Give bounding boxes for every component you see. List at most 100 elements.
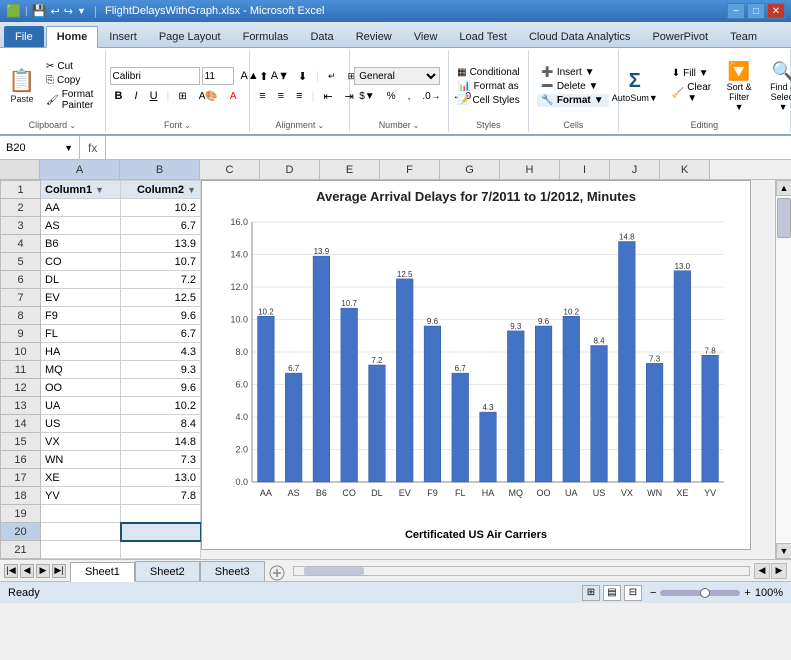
indent-decrease-button[interactable]: ⇤ bbox=[318, 87, 337, 105]
cell-col-b[interactable] bbox=[121, 523, 201, 541]
cell-col-b[interactable]: 10.7 bbox=[121, 253, 201, 271]
tab-data[interactable]: Data bbox=[299, 26, 344, 47]
cell-col-a[interactable]: AS bbox=[41, 217, 121, 235]
sheet-tab-3[interactable]: Sheet3 bbox=[200, 561, 265, 581]
vertical-scrollbar[interactable]: ▲ ▼ bbox=[775, 180, 791, 559]
row-number[interactable]: 6 bbox=[1, 271, 41, 289]
col-header-k[interactable]: K bbox=[660, 160, 710, 179]
cell-col-a[interactable]: VX bbox=[41, 433, 121, 451]
align-center-button[interactable]: ≡ bbox=[273, 87, 289, 105]
cell-col-a[interactable] bbox=[41, 523, 121, 541]
cell-col-a[interactable]: YV bbox=[41, 487, 121, 505]
fill-button[interactable]: ⬇ Fill ▼ bbox=[668, 67, 715, 80]
align-top-button[interactable]: ⬆ bbox=[254, 67, 273, 85]
row-number[interactable]: 19 bbox=[1, 505, 41, 523]
cell-col-a[interactable]: XE bbox=[41, 469, 121, 487]
align-bottom-button[interactable]: ⬇ bbox=[293, 67, 312, 85]
cell-col-b[interactable]: 4.3 bbox=[121, 343, 201, 361]
cell-styles-button[interactable]: 📝 Cell Styles bbox=[453, 94, 524, 107]
tab-insert[interactable]: Insert bbox=[98, 26, 148, 47]
h-scroll-thumb[interactable] bbox=[304, 567, 364, 575]
format-cells-button[interactable]: 🔧 Format ▼ bbox=[537, 94, 609, 107]
col-header-a[interactable]: A bbox=[40, 160, 120, 179]
quick-access-dropdown[interactable]: ▼ bbox=[77, 6, 86, 16]
cell-col-b[interactable]: 13.0 bbox=[121, 469, 201, 487]
zoom-slider[interactable] bbox=[660, 590, 740, 596]
normal-view-button[interactable]: ⊞ bbox=[582, 585, 600, 601]
cell-col-b[interactable]: 13.9 bbox=[121, 235, 201, 253]
cell-col-b[interactable]: 9.6 bbox=[121, 379, 201, 397]
sheet-tab-1[interactable]: Sheet1 bbox=[70, 562, 135, 582]
name-box-dropdown[interactable]: ▼ bbox=[64, 143, 73, 153]
col-header-h[interactable]: H bbox=[500, 160, 560, 179]
row-number[interactable]: 16 bbox=[1, 451, 41, 469]
row-number[interactable]: 9 bbox=[1, 325, 41, 343]
row-number[interactable]: 20 bbox=[1, 523, 41, 541]
maximize-button[interactable]: □ bbox=[747, 3, 765, 19]
row-number[interactable]: 18 bbox=[1, 487, 41, 505]
copy-button[interactable]: ⎘ Copy bbox=[42, 74, 101, 87]
number-expand[interactable]: ⌄ bbox=[413, 121, 420, 130]
page-layout-view-button[interactable]: ▤ bbox=[603, 585, 621, 601]
paste-button[interactable]: 📋 Paste bbox=[4, 65, 40, 107]
cell-col-b[interactable]: 14.8 bbox=[121, 433, 201, 451]
scroll-left-button[interactable]: ◀ bbox=[754, 563, 770, 579]
cell-col-a[interactable] bbox=[41, 541, 121, 559]
tab-prev-button[interactable]: ◀ bbox=[20, 564, 34, 578]
currency-button[interactable]: $▼ bbox=[354, 87, 379, 105]
cell-col-a[interactable]: AA bbox=[41, 199, 121, 217]
col-header-b[interactable]: B bbox=[120, 160, 200, 179]
row-number[interactable]: 12 bbox=[1, 379, 41, 397]
cell-col-b[interactable]: 10.2 bbox=[121, 397, 201, 415]
font-color-button[interactable]: A bbox=[225, 87, 242, 105]
sheet-tab-2[interactable]: Sheet2 bbox=[135, 561, 200, 581]
italic-button[interactable]: I bbox=[130, 87, 143, 105]
delete-cells-button[interactable]: ➖ Delete ▼ bbox=[537, 80, 609, 93]
tab-cloud-data[interactable]: Cloud Data Analytics bbox=[518, 26, 642, 47]
cell-col-a[interactable] bbox=[41, 505, 121, 523]
cell-col-a[interactable]: US bbox=[41, 415, 121, 433]
close-button[interactable]: ✕ bbox=[767, 3, 785, 19]
cut-button[interactable]: ✂ Cut bbox=[42, 60, 101, 73]
horizontal-scrollbar[interactable] bbox=[293, 566, 750, 576]
align-left-button[interactable]: ≡ bbox=[254, 87, 270, 105]
font-size-input[interactable] bbox=[202, 67, 234, 85]
percent-button[interactable]: % bbox=[382, 87, 401, 105]
cell-col-b[interactable] bbox=[121, 541, 201, 559]
zoom-in-button[interactable]: + bbox=[744, 587, 750, 599]
insert-sheet-button[interactable] bbox=[265, 565, 289, 581]
cell-col-a[interactable]: UA bbox=[41, 397, 121, 415]
row-number[interactable]: 13 bbox=[1, 397, 41, 415]
cell-col-b[interactable]: 9.3 bbox=[121, 361, 201, 379]
insert-cells-button[interactable]: ➕ Insert ▼ bbox=[537, 66, 609, 79]
cell-col-b[interactable]: 8.4 bbox=[121, 415, 201, 433]
row-number[interactable]: 15 bbox=[1, 433, 41, 451]
row-number[interactable]: 21 bbox=[1, 541, 41, 559]
scroll-thumb[interactable] bbox=[777, 198, 791, 238]
cell-col-a[interactable]: MQ bbox=[41, 361, 121, 379]
tab-view[interactable]: View bbox=[403, 26, 449, 47]
comma-button[interactable]: , bbox=[403, 87, 416, 105]
corner-cell[interactable] bbox=[0, 160, 40, 179]
tab-home[interactable]: Home bbox=[46, 26, 99, 48]
tab-formulas[interactable]: Formulas bbox=[232, 26, 300, 47]
cell-col-a[interactable]: EV bbox=[41, 289, 121, 307]
cell-col-b[interactable]: 7.3 bbox=[121, 451, 201, 469]
bold-button[interactable]: B bbox=[110, 87, 128, 105]
col-header-c[interactable]: C bbox=[200, 160, 260, 179]
col-header-g[interactable]: G bbox=[440, 160, 500, 179]
align-right-button[interactable]: ≡ bbox=[291, 87, 307, 105]
clear-button[interactable]: 🧹 Clear ▼ bbox=[668, 81, 715, 105]
row-number[interactable]: 14 bbox=[1, 415, 41, 433]
tab-team[interactable]: Team bbox=[719, 26, 768, 47]
cell-col-a[interactable]: Column1 ▼ bbox=[41, 181, 121, 199]
cell-col-b[interactable] bbox=[121, 505, 201, 523]
cell-col-b[interactable]: 7.2 bbox=[121, 271, 201, 289]
cell-col-a[interactable]: HA bbox=[41, 343, 121, 361]
font-name-input[interactable] bbox=[110, 67, 200, 85]
quick-save[interactable]: 💾 bbox=[32, 4, 47, 18]
conditional-formatting-button[interactable]: ▦ Conditional bbox=[453, 66, 524, 79]
sort-filter-button[interactable]: 🔽 Sort &Filter ▼ bbox=[719, 58, 759, 115]
underline-button[interactable]: U bbox=[145, 87, 163, 105]
tab-last-button[interactable]: ▶| bbox=[52, 564, 66, 578]
